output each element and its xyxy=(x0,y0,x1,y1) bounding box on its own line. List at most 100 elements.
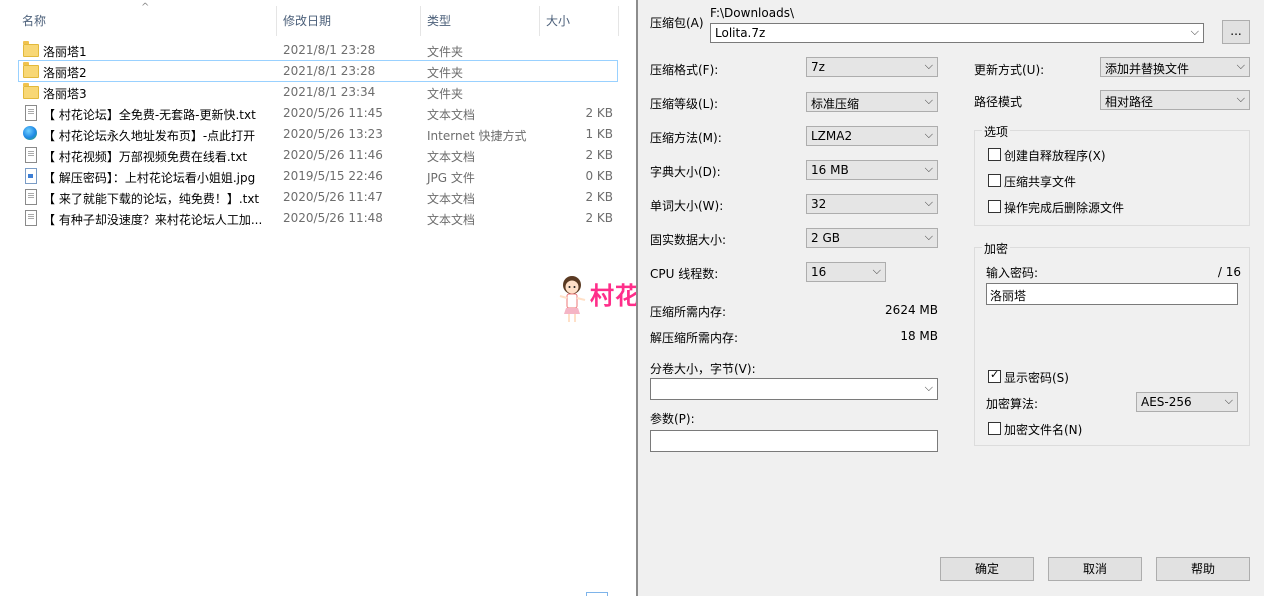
file-type: JPG 文件 xyxy=(427,171,475,185)
pathmode-label: 路径模式 xyxy=(974,95,1023,109)
sfx-checkbox[interactable] xyxy=(988,148,1001,161)
scroll-indicator xyxy=(586,592,608,596)
chevron-down-icon: ⌵ xyxy=(872,264,881,277)
file-name: 洛丽塔3 xyxy=(43,87,87,101)
browse-button[interactable]: ... xyxy=(1222,20,1250,44)
file-row[interactable]: 洛丽塔2 2021/8/1 23:28 文件夹 xyxy=(18,60,618,82)
method-label: 压缩方法(M): xyxy=(650,131,722,145)
encrypt-names-checkbox[interactable] xyxy=(988,422,1001,435)
text-file-icon xyxy=(25,210,37,226)
file-size: 1 KB xyxy=(585,127,613,141)
folder-icon xyxy=(23,83,39,99)
file-type: 文件夹 xyxy=(427,66,464,80)
archive-label: 压缩包(A) xyxy=(650,16,704,30)
file-size: 2 KB xyxy=(585,106,613,120)
chevron-down-icon: ⌵ xyxy=(924,196,933,209)
encrypt-names-label[interactable]: 加密文件名(N) xyxy=(1004,421,1082,438)
password-input[interactable]: 洛丽塔 xyxy=(986,283,1238,305)
chevron-down-icon: ⌵ xyxy=(924,59,933,72)
mem-compress-label: 压缩所需内存: xyxy=(650,305,727,319)
sort-ascending-icon: ^ xyxy=(141,2,150,13)
level-label: 压缩等级(L): xyxy=(650,97,719,111)
column-header-type[interactable]: 类型 xyxy=(427,12,451,29)
file-type: 文本文档 xyxy=(427,192,476,206)
delete-label[interactable]: 操作完成后删除源文件 xyxy=(1004,199,1124,216)
level-select[interactable]: 标准压缩 ⌵ xyxy=(806,92,938,112)
method-select[interactable]: LZMA2 ⌵ xyxy=(806,126,938,146)
file-size: 2 KB xyxy=(585,211,613,225)
encryption-title: 加密 xyxy=(982,240,1011,257)
chevron-down-icon: ⌵ xyxy=(1236,59,1245,72)
column-divider[interactable] xyxy=(276,6,277,36)
shared-label[interactable]: 压缩共享文件 xyxy=(1004,173,1076,190)
column-divider[interactable] xyxy=(618,6,619,36)
file-date: 2020/5/26 11:46 xyxy=(283,148,383,162)
delete-checkbox[interactable] xyxy=(988,200,1001,213)
mem-compress-value: 2624 MB xyxy=(885,303,938,317)
update-label: 更新方式(U): xyxy=(974,63,1045,77)
sfx-label[interactable]: 创建自释放程序(X) xyxy=(1004,147,1106,164)
solid-label: 固实数据大小: xyxy=(650,233,727,247)
mem-decompress-value: 18 MB xyxy=(900,329,938,343)
chevron-down-icon: ⌵ xyxy=(924,162,933,175)
file-row[interactable]: 【 村花论坛】全免费-无套路-更新快.txt 2020/5/26 11:45 文本文… xyxy=(19,103,617,123)
show-password-checkbox[interactable] xyxy=(988,368,1001,383)
word-select[interactable]: 32 ⌵ xyxy=(806,194,938,214)
archive-path: F:\Downloads\ xyxy=(710,6,794,20)
file-type: Internet 快捷方式 xyxy=(427,129,527,143)
format-label: 压缩格式(F): xyxy=(650,63,719,77)
update-value: 添加并替换文件 xyxy=(1105,62,1190,76)
file-row[interactable]: 【 村花视频】万部视频免费在线看.txt 2020/5/26 11:46 文本文档 2… xyxy=(19,145,617,165)
file-date: 2021/8/1 23:28 xyxy=(283,43,376,57)
folder-icon xyxy=(23,41,39,57)
file-row[interactable]: 洛丽塔1 2021/8/1 23:28 文件夹 xyxy=(19,40,617,60)
update-select[interactable]: 添加并替换文件 ⌵ xyxy=(1100,57,1250,77)
format-select[interactable]: 7z ⌵ xyxy=(806,57,938,77)
volume-label: 分卷大小，字节(V): xyxy=(650,362,756,376)
file-size: 0 KB xyxy=(585,169,613,183)
dict-select[interactable]: 16 MB ⌵ xyxy=(806,160,938,180)
file-name: 【 来了就能下载的论坛，纯免费！】.txt xyxy=(43,192,260,206)
archive-name-combo[interactable]: Lolita.7z ⌵ xyxy=(710,23,1204,43)
file-name: 洛丽塔2 xyxy=(43,66,87,80)
column-header-size[interactable]: 大小 xyxy=(546,12,570,29)
file-explorer: ^ 名称 修改日期 类型 大小 洛丽塔1 2021/8/1 23:28 文件夹 洛丽塔… xyxy=(0,0,636,596)
method-value: LZMA2 xyxy=(811,129,853,143)
chevron-down-icon: ⌵ xyxy=(924,230,933,243)
chevron-down-icon: ⌵ xyxy=(924,94,933,107)
shared-checkbox[interactable] xyxy=(988,174,1001,187)
file-name: 洛丽塔1 xyxy=(43,45,87,59)
volume-combo[interactable]: ⌵ xyxy=(650,378,938,400)
file-row[interactable]: 【 有种子却没速度？来村花论坛人工加... 2020/5/26 11:48 文本文档… xyxy=(19,208,617,228)
file-date: 2021/8/1 23:34 xyxy=(283,85,376,99)
file-date: 2020/5/26 13:23 xyxy=(283,127,383,141)
word-label: 单词大小(W): xyxy=(650,199,724,213)
mem-decompress-label: 解压缩所需内存: xyxy=(650,331,739,345)
file-row[interactable]: 【 来了就能下载的论坛，纯免费！】.txt 2020/5/26 11:47 文本文档… xyxy=(19,187,617,207)
show-password-label[interactable]: 显示密码(S) xyxy=(1004,369,1069,386)
text-file-icon xyxy=(25,105,37,121)
file-type: 文件夹 xyxy=(427,87,464,101)
params-label: 参数(P): xyxy=(650,412,695,426)
file-name: 【 有种子却没速度？来村花论坛人工加... xyxy=(43,213,263,227)
params-input[interactable] xyxy=(650,430,938,452)
file-row[interactable]: 【 村花论坛永久地址发布页】-点此打开 2020/5/26 13:23 Intern… xyxy=(19,124,617,144)
encryption-method-select[interactable]: AES-256 ⌵ xyxy=(1136,392,1238,412)
cpu-select[interactable]: 16 ⌵ xyxy=(806,262,886,282)
file-row[interactable]: 【 解压密码】：上村花论坛看小姐姐.jpg 2019/5/15 22:46 JPG … xyxy=(19,166,617,186)
column-divider[interactable] xyxy=(539,6,540,36)
cancel-button[interactable]: 取消 xyxy=(1048,557,1142,581)
encryption-method-label: 加密算法: xyxy=(986,397,1039,411)
solid-select[interactable]: 2 GB ⌵ xyxy=(806,228,938,248)
pathmode-select[interactable]: 相对路径 ⌵ xyxy=(1100,90,1250,110)
help-button[interactable]: 帮助 xyxy=(1156,557,1250,581)
file-type: 文本文档 xyxy=(427,150,476,164)
ok-button[interactable]: 确定 xyxy=(940,557,1034,581)
archive-name-value: Lolita.7z xyxy=(715,26,766,40)
file-row[interactable]: 洛丽塔3 2021/8/1 23:34 文件夹 xyxy=(19,82,617,102)
column-header-name[interactable]: 名称 xyxy=(22,12,46,29)
column-header-date[interactable]: 修改日期 xyxy=(283,12,331,29)
file-name: 【 解压密码】：上村花论坛看小姐姐.jpg xyxy=(43,171,256,185)
column-divider[interactable] xyxy=(420,6,421,36)
chevron-down-icon: ⌵ xyxy=(924,381,933,394)
